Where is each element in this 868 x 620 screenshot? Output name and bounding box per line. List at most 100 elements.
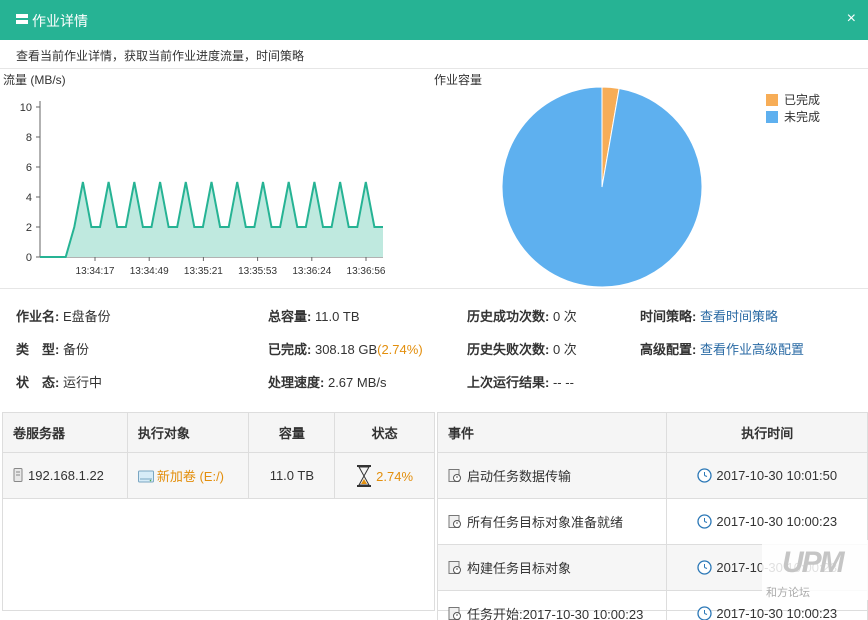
y-tick-label: 8 <box>26 132 32 144</box>
status-value: 2.74% <box>376 468 414 484</box>
info-job-name: 作业名: E盘备份 <box>16 306 111 325</box>
fail-value: 0 次 <box>552 342 577 357</box>
time-cell: 2017-10-30 10:01:50 <box>666 452 868 499</box>
info-speed: 处理速度: 2.67 MB/s <box>268 372 387 391</box>
volume-panel: 卷服务器 执行对象 容量 状态 192.168.1.22 新加卷 (E:/) 1… <box>2 412 435 611</box>
view-advanced-link[interactable]: 查看作业高级配置 <box>700 342 804 357</box>
divider <box>0 288 868 289</box>
task-icon <box>448 515 461 528</box>
legend-swatch <box>766 94 778 106</box>
fail-label: 历史失败次数: <box>467 342 550 357</box>
col-object[interactable]: 执行对象 <box>126 412 250 453</box>
pie-slice <box>501 86 703 288</box>
done-label: 已完成: <box>268 342 312 357</box>
status-label: 状 态: <box>16 375 60 390</box>
total-label: 总容量: <box>268 309 312 324</box>
col-server[interactable]: 卷服务器 <box>2 412 128 453</box>
last-value: -- -- <box>552 375 574 390</box>
info-fail: 历史失败次数: 0 次 <box>467 339 577 358</box>
flow-chart: 0 2 4 6 8 10 13:34:17 13:34:49 13:35:21 13:35:53 1… <box>20 101 386 277</box>
last-label: 上次运行结果: <box>467 375 550 390</box>
window-title: 作业详情 <box>32 13 88 29</box>
total-value: 11.0 TB <box>314 309 360 324</box>
event-text: 任务开始:2017-10-30 10:00:23 <box>467 607 644 620</box>
event-text: 启动任务数据传输 <box>467 469 572 484</box>
info-done: 已完成: 308.18 GB(2.74%) <box>268 339 423 358</box>
object-cell: 新加卷 (E:/) <box>126 452 250 499</box>
table-row[interactable]: 所有任务目标对象准备就绪 2017-10-30 10:00:23 <box>436 498 868 545</box>
event-cell: 任务开始:2017-10-30 10:00:23 <box>436 590 668 620</box>
status-cell: 2.74% <box>334 452 435 499</box>
success-label: 历史成功次数: <box>467 309 550 324</box>
clock-icon <box>697 606 713 620</box>
y-tick-label: 0 <box>26 252 32 264</box>
advanced-label: 高级配置: <box>640 342 697 357</box>
clock-icon <box>697 560 713 575</box>
object-value: 新加卷 (E:/) <box>156 469 225 484</box>
page-subtitle: 查看当前作业详情，获取当前作业进度流量，时间策略 <box>16 49 305 63</box>
speed-label: 处理速度: <box>268 375 325 390</box>
info-status: 状 态: 运行中 <box>16 372 102 391</box>
x-tick-label: 13:34:49 <box>130 266 169 277</box>
event-text: 所有任务目标对象准备就绪 <box>467 515 624 530</box>
view-policy-link[interactable]: 查看时间策略 <box>700 309 778 324</box>
clock-icon <box>697 468 713 483</box>
col-status[interactable]: 状态 <box>334 412 435 453</box>
close-button[interactable]: × <box>847 10 856 28</box>
table-row[interactable]: 192.168.1.22 新加卷 (E:/) 11.0 TB 2.74% <box>2 452 435 499</box>
divider <box>0 68 868 69</box>
time-text: 2017-10-30 10:01:50 <box>716 468 838 483</box>
watermark-text: 和方论坛 <box>766 587 810 599</box>
col-time[interactable]: 执行时间 <box>666 412 868 453</box>
col-event[interactable]: 事件 <box>436 412 668 453</box>
legend-swatch <box>766 111 778 123</box>
info-type: 类 型: 备份 <box>16 339 89 358</box>
job-name-value: E盘备份 <box>62 309 111 324</box>
server-value: 192.168.1.22 <box>28 468 104 483</box>
task-icon <box>448 469 461 482</box>
flow-chart-label: 流量 (MB/s) <box>3 73 66 87</box>
x-tick-label: 13:35:21 <box>184 266 223 277</box>
event-cell: 启动任务数据传输 <box>436 452 668 499</box>
col-capacity[interactable]: 容量 <box>248 412 336 453</box>
disk-icon <box>137 470 154 483</box>
server-icon <box>13 468 23 482</box>
status-value: 运行中 <box>62 375 102 390</box>
info-advanced: 高级配置: 查看作业高级配置 <box>640 339 804 358</box>
legend-label: 已完成 <box>784 92 820 107</box>
speed-value: 2.67 MB/s <box>327 375 387 390</box>
watermark-logo: UPM <box>782 546 845 579</box>
type-label: 类 型: <box>16 342 60 357</box>
event-cell: 所有任务目标对象准备就绪 <box>436 498 668 545</box>
flow-area <box>40 182 383 257</box>
x-tick-label: 13:35:53 <box>238 266 277 277</box>
policy-label: 时间策略: <box>640 309 697 324</box>
time-cell: 2017-10-30 10:00:23 <box>666 498 868 545</box>
done-percent: (2.74%) <box>377 342 423 357</box>
server-cell: 192.168.1.22 <box>2 452 128 499</box>
hourglass-icon <box>357 464 372 487</box>
legend-label: 未完成 <box>784 109 820 124</box>
y-tick-label: 2 <box>26 222 32 234</box>
time-text: 2017-10-30 10:00:23 <box>716 514 838 529</box>
pie-chart: 已完成未完成 <box>501 86 820 288</box>
x-tick-label: 13:36:56 <box>347 266 386 277</box>
y-tick-label: 10 <box>20 102 32 114</box>
time-text: 2017-10-30 10:00:23 <box>716 606 838 620</box>
info-last: 上次运行结果: -- -- <box>467 372 574 391</box>
task-icon <box>448 561 461 574</box>
clock-icon <box>697 514 713 529</box>
event-text: 构建任务目标对象 <box>467 561 572 576</box>
volume-table: 卷服务器 执行对象 容量 状态 192.168.1.22 新加卷 (E:/) 1… <box>2 412 435 499</box>
watermark: UPM 和方论坛 <box>762 540 868 600</box>
table-row[interactable]: 启动任务数据传输 2017-10-30 10:01:50 <box>436 452 868 499</box>
title-bar: 作业详情 × <box>0 0 868 40</box>
done-value: 308.18 GB <box>314 342 378 357</box>
x-tick-label: 13:34:17 <box>76 266 115 277</box>
y-tick-label: 6 <box>26 162 32 174</box>
capacity-cell: 11.0 TB <box>248 452 336 499</box>
job-name-label: 作业名: <box>16 309 60 324</box>
y-tick-label: 4 <box>26 192 32 204</box>
menu-icon <box>16 14 28 25</box>
task-icon <box>448 607 461 620</box>
